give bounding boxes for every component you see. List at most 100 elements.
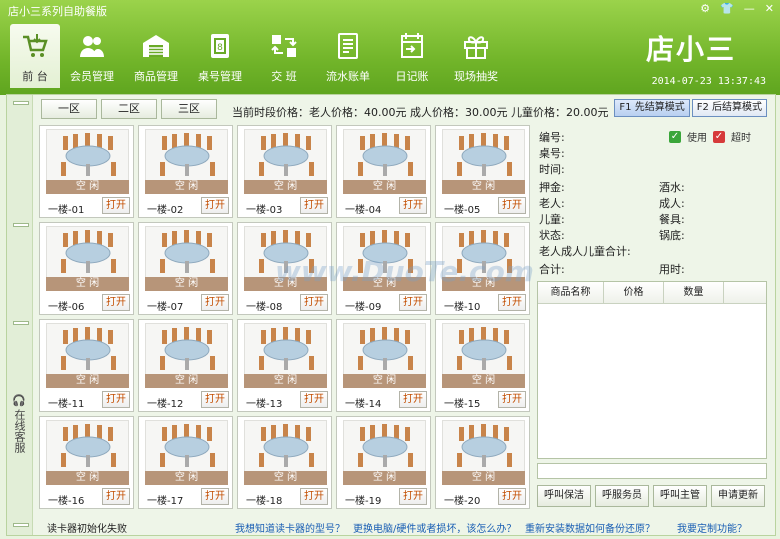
zone-tab-2[interactable]: 二区 — [101, 99, 157, 119]
table-card[interactable]: 空 闲一楼-13 打开 — [237, 319, 332, 412]
ledger-icon — [338, 33, 358, 59]
table-card[interactable]: 空 闲一楼-07 打开 — [138, 222, 233, 315]
col-qty: 数量 — [664, 282, 724, 303]
table-card[interactable]: 空 闲一楼-12 打开 — [138, 319, 233, 412]
open-table-button[interactable]: 打开 — [300, 294, 328, 311]
toolbar-goods[interactable]: 商品管理 — [124, 24, 188, 88]
datetime: 2014-07-23 13:37:43 — [651, 76, 766, 87]
open-table-button[interactable]: 打开 — [300, 391, 328, 408]
open-table-button[interactable]: 打开 — [201, 488, 229, 505]
open-table-button[interactable]: 打开 — [300, 488, 328, 505]
goods-scrollbar[interactable] — [537, 463, 767, 479]
table-name: 一楼-08 — [246, 302, 283, 313]
mode-post-settle[interactable]: F2 后结算模式 — [691, 99, 767, 117]
splitter-handle[interactable] — [13, 321, 29, 325]
toolbar-tables[interactable]: 8 桌号管理 — [188, 24, 252, 88]
toolbar-lottery[interactable]: 现场抽奖 — [444, 24, 508, 88]
open-table-button[interactable]: 打开 — [498, 391, 526, 408]
table-name: 一楼-02 — [147, 205, 184, 216]
table-status: 空 闲 — [145, 471, 228, 485]
toolbar-handover[interactable]: 交 班 — [252, 24, 316, 88]
open-table-button[interactable]: 打开 — [102, 488, 130, 505]
current-prices: 当前时段价格：老人价格：40.00元 成人价格：30.00元 儿童价格：20.0… — [232, 106, 609, 119]
open-table-button[interactable]: 打开 — [201, 197, 229, 214]
table-status: 空 闲 — [46, 471, 129, 485]
table-status: 空 闲 — [145, 277, 228, 291]
toolbar-ledger[interactable]: 流水账单 — [316, 24, 380, 88]
call-manager-button[interactable]: 呼叫主管 — [653, 485, 707, 507]
field-adult: 成人: — [659, 197, 685, 210]
zone-tab-3[interactable]: 三区 — [161, 99, 217, 119]
field-child: 儿童: — [539, 213, 565, 226]
table-status: 空 闲 — [442, 180, 525, 194]
splitter-handle[interactable] — [13, 101, 29, 105]
shirt-icon[interactable]: 👕 — [720, 2, 734, 15]
table-card[interactable]: 空 闲一楼-04 打开 — [336, 125, 431, 218]
support-label: 在线客服 — [13, 409, 26, 453]
mode-pre-settle[interactable]: F1 先结算模式 — [614, 99, 690, 117]
open-table-button[interactable]: 打开 — [498, 294, 526, 311]
table-status: 空 闲 — [244, 374, 327, 388]
table-card[interactable]: 空 闲一楼-05 打开 — [435, 125, 530, 218]
help-link-reader[interactable]: 我想知道读卡器的型号？ — [235, 520, 345, 535]
goods-table[interactable]: 商品名称 价格 数量 — [537, 281, 767, 459]
field-drinks: 酒水: — [659, 181, 685, 194]
field-tableware: 餐具: — [659, 213, 685, 226]
open-table-button[interactable]: 打开 — [102, 294, 130, 311]
table-name: 一楼-05 — [444, 205, 481, 216]
gear-icon[interactable]: ⚙ — [700, 2, 710, 15]
table-card[interactable]: 空 闲一楼-14 打开 — [336, 319, 431, 412]
call-waiter-button[interactable]: 呼服务员 — [595, 485, 649, 507]
open-table-button[interactable]: 打开 — [498, 488, 526, 505]
toolbar-members[interactable]: 会员管理 — [60, 24, 124, 88]
help-link-custom[interactable]: 我要定制功能？ — [677, 520, 747, 535]
toolbar-journal[interactable]: 日记账 — [380, 24, 444, 88]
window-title: 店小三系列自助餐版 — [8, 5, 107, 18]
table-status: 空 闲 — [343, 180, 426, 194]
open-table-button[interactable]: 打开 — [201, 294, 229, 311]
table-name: 一楼-16 — [48, 496, 85, 507]
status-message: 读卡器初始化失败 — [47, 524, 127, 535]
table-card[interactable]: 空 闲一楼-01 打开 — [39, 125, 134, 218]
main-panel: 🎧 在线客服 一区 二区 三区 当前时段价格：老人价格：40.00元 成人价格：… — [6, 94, 776, 536]
toolbar-frontdesk[interactable]: 前 台 — [10, 24, 60, 88]
help-link-backup[interactable]: 重新安装数据如何备份还原？ — [525, 520, 655, 535]
table-card[interactable]: 空 闲一楼-20 打开 — [435, 416, 530, 509]
call-cleaning-button[interactable]: 呼叫保洁 — [537, 485, 591, 507]
table-number-icon: 8 — [211, 34, 229, 58]
open-table-button[interactable]: 打开 — [399, 197, 427, 214]
app-window: 店小三系列自助餐版 ⚙ 👕 — ✕ 前 台 会员管理 商品管理 8 桌号管理 交… — [0, 0, 780, 539]
toolbar-label: 前 台 — [22, 70, 48, 83]
table-card[interactable]: 空 闲一楼-03 打开 — [237, 125, 332, 218]
table-card[interactable]: 空 闲一楼-19 打开 — [336, 416, 431, 509]
table-name: 一楼-06 — [48, 302, 85, 313]
open-table-button[interactable]: 打开 — [102, 197, 130, 214]
svg-text:8: 8 — [217, 43, 223, 53]
table-card[interactable]: 空 闲一楼-18 打开 — [237, 416, 332, 509]
table-card[interactable]: 空 闲一楼-16 打开 — [39, 416, 134, 509]
brand-logo: 店小三 — [646, 28, 766, 68]
open-table-button[interactable]: 打开 — [399, 488, 427, 505]
request-update-button[interactable]: 申请更新 — [711, 485, 765, 507]
table-status: 空 闲 — [343, 471, 426, 485]
splitter-handle[interactable] — [13, 223, 29, 227]
table-card[interactable]: 空 闲一楼-15 打开 — [435, 319, 530, 412]
minimize-icon[interactable]: — — [744, 2, 755, 15]
online-support[interactable]: 🎧 在线客服 — [12, 395, 26, 454]
open-table-button[interactable]: 打开 — [399, 391, 427, 408]
open-table-button[interactable]: 打开 — [102, 391, 130, 408]
close-icon[interactable]: ✕ — [765, 2, 774, 15]
open-table-button[interactable]: 打开 — [300, 197, 328, 214]
open-table-button[interactable]: 打开 — [399, 294, 427, 311]
zone-tab-1[interactable]: 一区 — [41, 99, 97, 119]
table-card[interactable]: 空 闲一楼-11 打开 — [39, 319, 134, 412]
table-card[interactable]: 空 闲一楼-06 打开 — [39, 222, 134, 315]
handover-icon — [271, 35, 297, 57]
help-link-hardware[interactable]: 更换电脑/硬件或者损坏，该怎么办？ — [353, 520, 516, 535]
table-status: 空 闲 — [244, 180, 327, 194]
table-card[interactable]: 空 闲一楼-17 打开 — [138, 416, 233, 509]
field-table: 桌号: — [539, 147, 565, 160]
table-card[interactable]: 空 闲一楼-02 打开 — [138, 125, 233, 218]
open-table-button[interactable]: 打开 — [498, 197, 526, 214]
open-table-button[interactable]: 打开 — [201, 391, 229, 408]
